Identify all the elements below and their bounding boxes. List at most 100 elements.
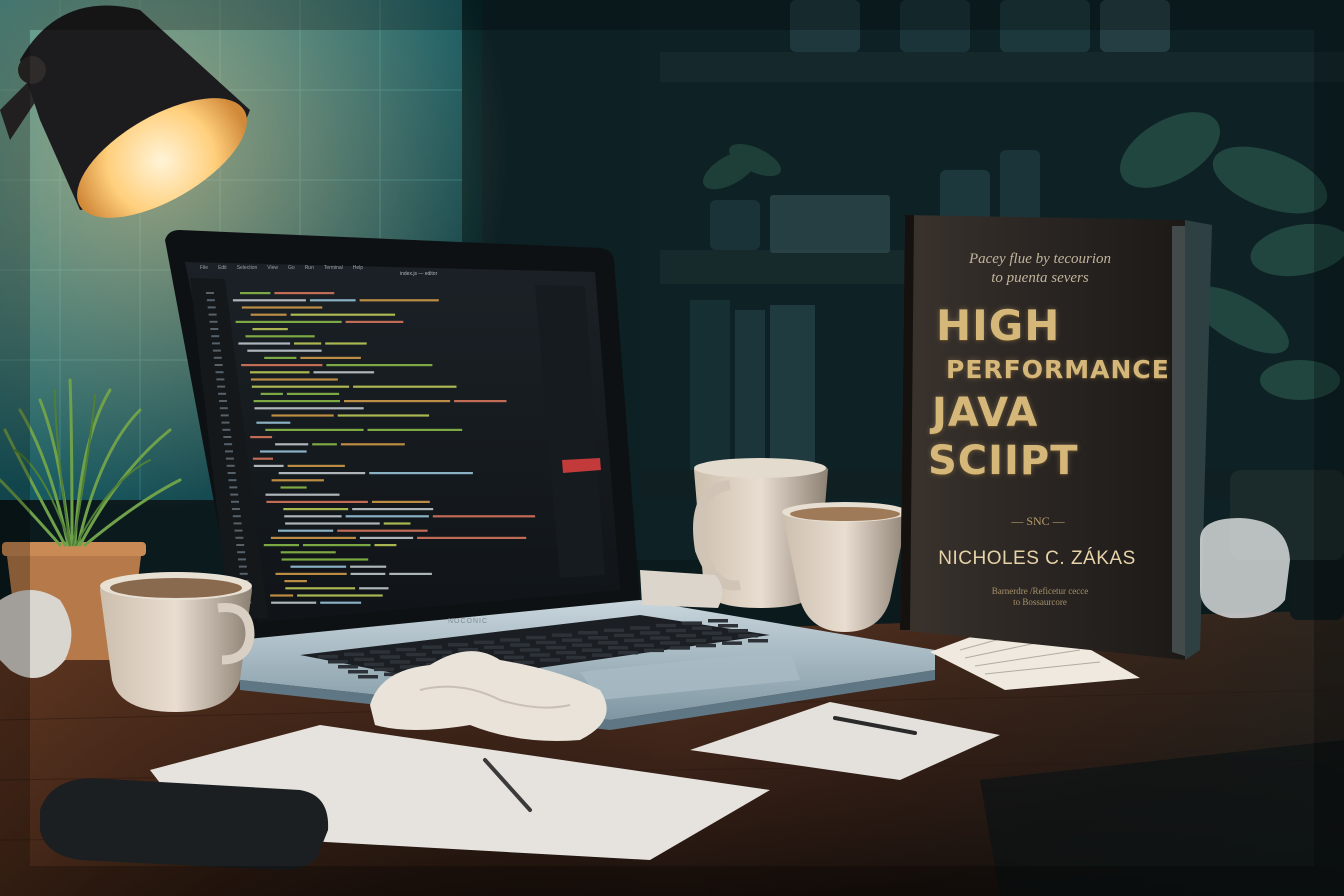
code-line [359, 536, 414, 539]
code-line [325, 342, 367, 345]
line-number [234, 529, 243, 532]
menu-item: Go [288, 265, 295, 271]
code-line [240, 292, 271, 295]
code-line [294, 342, 322, 345]
line-number [232, 515, 241, 518]
line-number [206, 292, 214, 294]
book-subtitle: Pacey flue by tecourion to puenta severs [940, 250, 1140, 288]
code-line [275, 443, 309, 446]
line-number [223, 436, 232, 438]
keyboard-key [364, 662, 384, 667]
line-number [224, 443, 233, 446]
keyboard-key [686, 638, 706, 643]
keyboard-key [432, 650, 452, 654]
keyboard-key [738, 634, 758, 638]
code-line [260, 392, 283, 395]
book-subtitle-line1: Pacey flue by tecourion [968, 251, 1112, 267]
keyboard-key [722, 641, 742, 645]
keyboard-key [494, 650, 514, 655]
keyboard-key [406, 652, 426, 657]
keyboard-key [448, 643, 468, 647]
line-number [238, 558, 246, 561]
keyboard-key [474, 640, 494, 645]
line-number [221, 421, 230, 424]
line-number [212, 349, 221, 352]
keyboard-key [640, 631, 660, 635]
book-tagline: Barnerdre /Reficetur cecce to Bossaurcor… [975, 586, 1105, 608]
line-number [225, 457, 234, 460]
keyboard-key [540, 658, 560, 662]
menu-item: Run [304, 265, 314, 271]
line-number [210, 328, 219, 330]
book-tagline-line2: to Bossaurcore [1013, 597, 1067, 607]
line-number [236, 544, 245, 546]
line-number [218, 392, 227, 395]
code-line [265, 493, 340, 496]
keyboard-key [608, 646, 628, 650]
keyboard-key [578, 631, 598, 635]
line-number [220, 414, 229, 417]
code-line [245, 335, 315, 338]
keyboard-key [370, 650, 390, 654]
code-line [345, 515, 429, 518]
keyboard-key [588, 636, 608, 640]
line-number [209, 320, 218, 323]
menu-item: Terminal [323, 265, 343, 271]
keyboard-key [358, 675, 378, 679]
menu-item: View [267, 265, 279, 271]
code-line [271, 414, 334, 417]
code-line [265, 428, 364, 431]
keyboard-key [630, 626, 650, 630]
code-line [337, 529, 428, 532]
line-number [231, 500, 239, 503]
code-line [250, 378, 338, 381]
keyboard-key [582, 648, 602, 652]
keyboard-key [670, 646, 690, 650]
keyboard-key [416, 657, 436, 662]
line-number [207, 306, 216, 309]
line-number [228, 479, 237, 482]
keyboard-key [682, 621, 702, 625]
code-line [285, 587, 356, 590]
line-number [230, 493, 239, 496]
code-line [281, 558, 369, 561]
editor-menu-bar: File Edit Selection View Go Run Terminal… [200, 265, 363, 271]
code-line [264, 356, 297, 359]
code-line [241, 364, 323, 367]
line-number [238, 565, 247, 568]
code-line [278, 529, 334, 532]
code-line [374, 544, 397, 547]
keyboard-key [666, 628, 686, 633]
line-number [235, 536, 244, 539]
line-number [213, 356, 222, 359]
code-line [359, 299, 439, 302]
code-line [353, 385, 457, 388]
code-line [283, 508, 349, 511]
keyboard-key [656, 623, 676, 628]
code-line [290, 313, 396, 316]
code-line [432, 515, 536, 518]
keyboard-key [592, 653, 612, 657]
keyboard-key [318, 655, 338, 659]
keyboard-key [618, 651, 638, 655]
keyboard-key [708, 619, 728, 623]
code-line [241, 306, 323, 309]
book-ornament: — SNC — [1011, 514, 1065, 528]
line-number [219, 407, 228, 410]
keyboard-key [676, 633, 696, 638]
line-number [211, 335, 220, 338]
line-number [226, 464, 235, 467]
code-line [235, 320, 342, 323]
keyboard-key [650, 636, 670, 640]
line-number [212, 342, 220, 345]
code-line [250, 371, 310, 374]
code-line [337, 414, 430, 417]
code-line [359, 587, 389, 590]
line-number [216, 378, 225, 381]
keyboard-key [644, 648, 664, 653]
code-line [247, 349, 322, 352]
keyboard-key [500, 638, 520, 642]
keyboard-key [530, 653, 550, 657]
keyboard-key [748, 639, 768, 643]
code-line [290, 565, 347, 568]
